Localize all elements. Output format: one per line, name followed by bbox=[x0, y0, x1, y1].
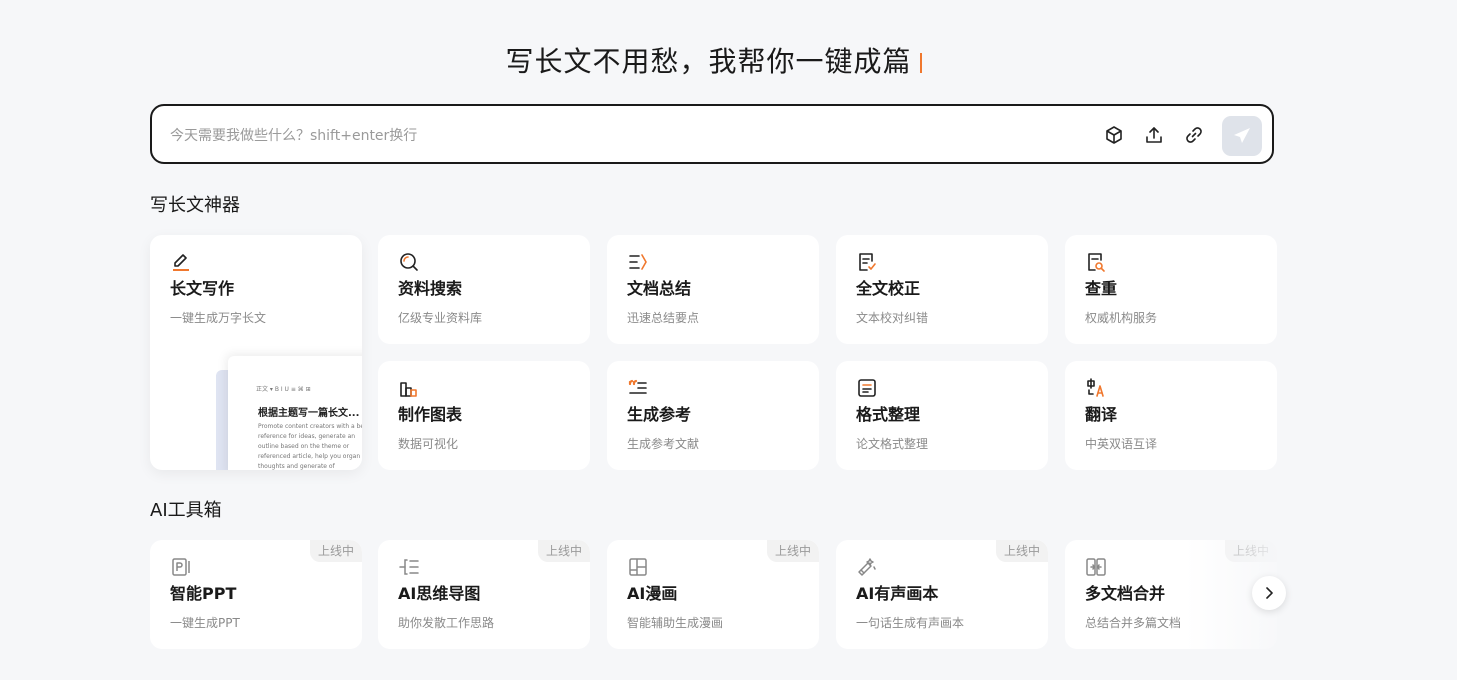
chart-icon bbox=[400, 382, 417, 397]
tool-desc: 论文格式整理 bbox=[856, 437, 929, 451]
tool-desc: 一键生成PPT bbox=[170, 616, 240, 630]
tool-desc: 总结合并多篇文档 bbox=[1085, 616, 1182, 630]
link-icon[interactable] bbox=[1182, 123, 1206, 147]
tool-desc: 生成参考文献 bbox=[627, 437, 700, 451]
hero-title-text: 写长文不用愁，我帮你一键成篇 bbox=[505, 45, 912, 78]
plagiarism-check-icon bbox=[1088, 253, 1105, 272]
search-icon bbox=[400, 253, 418, 271]
tool-desc: 助你发散工作思路 bbox=[398, 616, 495, 630]
tool-desc: 权威机构服务 bbox=[1085, 311, 1158, 325]
tool-title: 全文校正 bbox=[856, 279, 921, 298]
tool-card-format[interactable]: 格式整理 论文格式整理 bbox=[836, 361, 1048, 470]
tool-card-search[interactable]: 资料搜索 亿级专业资料库 bbox=[378, 235, 590, 344]
summary-icon bbox=[629, 254, 647, 270]
tool-card-proofread[interactable]: 全文校正 文本校对纠错 bbox=[836, 235, 1048, 344]
document-preview: 正文 ▾ B I U ≡ ⌘ ⊞ 根据主题写一篇长文... Promote co… bbox=[228, 356, 362, 470]
ppt-icon bbox=[172, 558, 190, 576]
mindmap-icon bbox=[399, 559, 419, 575]
tool-title: 生成参考 bbox=[627, 405, 692, 424]
tool-title: 文档总结 bbox=[627, 279, 692, 298]
chat-input[interactable] bbox=[168, 118, 1072, 154]
proofread-icon bbox=[859, 253, 876, 271]
tool-title: AI漫画 bbox=[627, 584, 678, 603]
tool-card-long-writing[interactable]: 长文写作 一键生成万字长文 正文 ▾ B I U ≡ ⌘ ⊞ 根据主题写一篇长文… bbox=[150, 235, 362, 470]
audiobook-icon bbox=[858, 558, 876, 576]
cube-icon[interactable] bbox=[1102, 123, 1126, 147]
tool-desc: 文本校对纠错 bbox=[856, 311, 929, 325]
status-badge: 上线中 bbox=[309, 540, 362, 562]
tool-title: 格式整理 bbox=[856, 405, 921, 424]
tool-desc: 一句话生成有声画本 bbox=[856, 616, 965, 630]
send-icon bbox=[1234, 128, 1250, 143]
tool-card-summary[interactable]: 文档总结 迅速总结要点 bbox=[607, 235, 819, 344]
tool-card-reference[interactable]: 生成参考 生成参考文献 bbox=[607, 361, 819, 470]
translate-icon bbox=[1087, 378, 1104, 397]
tool-title: AI有声画本 bbox=[856, 584, 939, 603]
ai-tool-card-comic[interactable]: 上线中 AI漫画 智能辅助生成漫画 bbox=[607, 540, 819, 649]
tool-card-plagiarism[interactable]: 查重 权威机构服务 bbox=[1065, 235, 1277, 344]
tool-card-translate[interactable]: 翻译 中英双语互译 bbox=[1065, 361, 1277, 470]
text-caret bbox=[919, 53, 922, 73]
preview-title: 根据主题写一篇长文... bbox=[258, 408, 360, 419]
ai-tool-card-audiobook[interactable]: 上线中 AI有声画本 一句话生成有声画本 bbox=[836, 540, 1048, 649]
section-title-ai-tools: AI工具箱 bbox=[150, 500, 222, 521]
tool-title: 多文档合并 bbox=[1085, 584, 1166, 603]
status-badge: 上线中 bbox=[995, 540, 1048, 562]
status-badge: 上线中 bbox=[766, 540, 819, 562]
status-badge: 上线中 bbox=[1224, 540, 1277, 562]
merge-icon bbox=[1086, 558, 1106, 576]
pen-icon bbox=[173, 254, 189, 271]
format-icon bbox=[858, 379, 876, 397]
ai-tool-card-ppt[interactable]: 上线中 智能PPT 一键生成PPT bbox=[150, 540, 362, 649]
tool-desc: 迅速总结要点 bbox=[627, 311, 700, 325]
preview-text: Promote content creators with a better r… bbox=[258, 423, 362, 470]
tool-desc: 亿级专业资料库 bbox=[398, 311, 483, 325]
tool-title: AI思维导图 bbox=[398, 584, 481, 603]
tool-title: 制作图表 bbox=[398, 405, 463, 424]
status-badge: 上线中 bbox=[537, 540, 590, 562]
ai-tool-card-merge[interactable]: 上线中 多文档合并 总结合并多篇文档 bbox=[1065, 540, 1277, 649]
tool-desc: 智能辅助生成漫画 bbox=[627, 616, 724, 630]
tool-title: 翻译 bbox=[1085, 405, 1118, 424]
chat-box bbox=[150, 104, 1274, 164]
carousel-next-button[interactable] bbox=[1252, 576, 1286, 610]
ai-tool-card-mindmap[interactable]: 上线中 AI思维导图 助你发散工作思路 bbox=[378, 540, 590, 649]
page-title: 写长文不用愁，我帮你一键成篇 bbox=[0, 42, 1427, 82]
section-title-writing: 写长文神器 bbox=[150, 195, 240, 216]
quote-icon bbox=[628, 379, 647, 394]
upload-icon[interactable] bbox=[1142, 123, 1166, 147]
send-button[interactable] bbox=[1222, 116, 1262, 156]
tool-card-chart[interactable]: 制作图表 数据可视化 bbox=[378, 361, 590, 470]
tool-desc: 一键生成万字长文 bbox=[170, 311, 267, 325]
tool-title: 资料搜索 bbox=[398, 279, 463, 298]
chevron-right-icon bbox=[1266, 587, 1273, 599]
tool-desc: 中英双语互译 bbox=[1085, 437, 1158, 451]
tool-desc: 数据可视化 bbox=[398, 437, 459, 451]
preview-toolbar: 正文 ▾ B I U ≡ ⌘ ⊞ bbox=[256, 386, 311, 392]
tool-title: 智能PPT bbox=[170, 584, 237, 603]
tool-title: 长文写作 bbox=[170, 279, 235, 298]
tool-title: 查重 bbox=[1085, 279, 1118, 298]
comic-icon bbox=[629, 558, 647, 576]
